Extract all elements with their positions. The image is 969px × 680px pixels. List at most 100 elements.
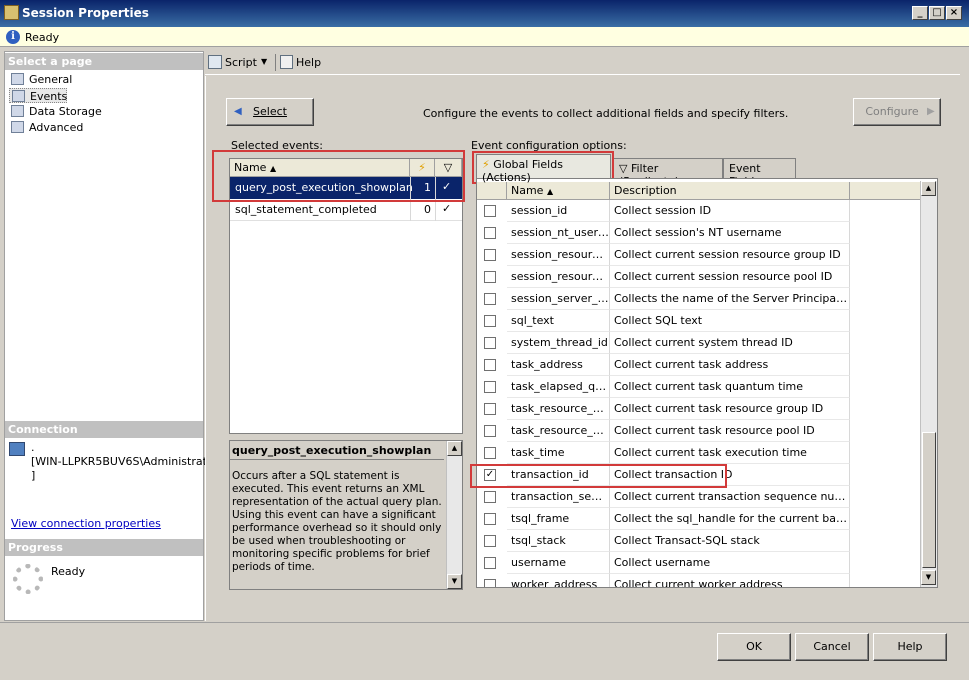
scroll-up-icon[interactable]: ▲ — [447, 441, 462, 456]
connection-line2: [WIN-LLPKR5BUV6S\Administrator — [31, 455, 219, 468]
field-name: worker_address — [507, 574, 610, 587]
scroll-up-icon[interactable]: ▲ — [921, 181, 936, 196]
field-row[interactable]: ✓ transaction_id Collect transaction ID — [477, 464, 920, 486]
field-row[interactable]: worker_address Collect current worker add… — [477, 574, 920, 587]
field-description: Collect current session resource pool ID — [610, 266, 850, 288]
tab-event-fields[interactable]: Event Fields — [723, 158, 796, 188]
field-row[interactable]: task_resource_gr... Collect current task … — [477, 398, 920, 420]
help-button[interactable]: Help — [296, 56, 321, 69]
field-checkbox[interactable] — [484, 513, 496, 525]
field-row[interactable]: session_resource... Collect current sessi… — [477, 244, 920, 266]
script-button[interactable]: Script — [225, 56, 257, 69]
field-row[interactable]: system_thread_id Collect current system t… — [477, 332, 920, 354]
tab-global-fields[interactable]: ⚡ Global Fields (Actions) — [476, 154, 611, 184]
right-arrow-icon: ▶ — [927, 106, 935, 117]
field-row[interactable]: username Collect username — [477, 552, 920, 574]
field-row[interactable]: session_resource... Collect current sessi… — [477, 266, 920, 288]
help-icon — [280, 55, 293, 69]
field-checkbox[interactable] — [484, 425, 496, 437]
progress-spinner-icon — [13, 564, 43, 594]
field-row[interactable]: task_time Collect current task execution … — [477, 442, 920, 464]
field-row[interactable]: session_server_p... Collects the name of … — [477, 288, 920, 310]
nav-data-storage[interactable]: Data Storage — [9, 104, 109, 119]
field-checkbox[interactable] — [484, 205, 496, 217]
sort-asc-icon: ▲ — [546, 187, 554, 196]
status-text: Ready — [25, 31, 60, 44]
field-description: Collects the name of the Server Principa… — [610, 288, 850, 310]
select-button[interactable]: ◀ Select — [226, 98, 314, 126]
nav-events[interactable]: Events — [9, 88, 67, 103]
field-row[interactable]: transaction_sequ... Collect current trans… — [477, 486, 920, 508]
scroll-down-icon[interactable]: ▼ — [447, 574, 462, 589]
field-checkbox[interactable] — [484, 579, 496, 587]
tab-filter[interactable]: ▽ Filter (Predicate) — [613, 158, 723, 188]
ok-button[interactable]: OK — [717, 633, 791, 661]
status-bar: i Ready — [0, 27, 969, 47]
field-checkbox[interactable]: ✓ — [484, 469, 496, 481]
configure-button[interactable]: Configure ▶ — [853, 98, 941, 126]
field-name: tsql_frame — [507, 508, 610, 530]
fields-scrollbar[interactable]: ▲ ▼ — [920, 181, 937, 587]
field-row[interactable]: session_id Collect session ID — [477, 200, 920, 222]
select-page-header: Select a page — [5, 53, 203, 70]
event-row[interactable]: query_post_execution_showplan 1 ✓ — [230, 177, 462, 199]
field-name: task_resource_p... — [507, 420, 610, 442]
view-connection-link[interactable]: View connection properties — [11, 517, 161, 530]
field-row[interactable]: task_address Collect current task address — [477, 354, 920, 376]
field-checkbox[interactable] — [484, 249, 496, 261]
description-scrollbar[interactable]: ▲ ▼ — [446, 441, 462, 589]
connection-header: Connection — [5, 421, 203, 438]
field-description: Collect SQL text — [610, 310, 850, 332]
field-name: session_nt_usern... — [507, 222, 610, 244]
field-row[interactable]: task_elapsed_qu... Collect current task q… — [477, 376, 920, 398]
field-name: tsql_stack — [507, 530, 610, 552]
field-name: sql_text — [507, 310, 610, 332]
field-row[interactable]: tsql_stack Collect Transact-SQL stack — [477, 530, 920, 552]
fields-name-header[interactable]: Name ▲ — [507, 182, 610, 200]
script-icon — [208, 55, 222, 69]
field-row[interactable]: tsql_frame Collect the sql_handle for the… — [477, 508, 920, 530]
field-description: Collect current transaction sequence num… — [610, 486, 850, 508]
field-description: Collect session's NT username — [610, 222, 850, 244]
page-icon — [11, 73, 24, 85]
script-dropdown-icon[interactable]: ▼ — [261, 57, 267, 66]
nav-general[interactable]: General — [9, 72, 89, 87]
toolbar: Script ▼ Help — [205, 51, 960, 75]
field-description: Collect the sql_handle for the current b… — [610, 508, 850, 530]
scroll-down-icon[interactable]: ▼ — [921, 570, 936, 585]
events-name-header[interactable]: Name ▲ — [230, 159, 410, 177]
scroll-thumb[interactable] — [922, 432, 936, 568]
toolbar-separator — [275, 54, 276, 71]
field-checkbox[interactable] — [484, 271, 496, 283]
cancel-button[interactable]: Cancel — [795, 633, 869, 661]
field-checkbox[interactable] — [484, 447, 496, 459]
filter-column-icon[interactable]: ▽ — [435, 159, 462, 177]
field-checkbox[interactable] — [484, 315, 496, 327]
field-checkbox[interactable] — [484, 557, 496, 569]
maximize-button[interactable]: □ — [929, 6, 945, 20]
minimize-button[interactable]: _ — [912, 6, 928, 20]
help-footer-button[interactable]: Help — [873, 633, 947, 661]
field-description: Collect current session resource group I… — [610, 244, 850, 266]
field-checkbox[interactable] — [484, 535, 496, 547]
field-checkbox[interactable] — [484, 337, 496, 349]
field-row[interactable]: task_resource_p... Collect current task r… — [477, 420, 920, 442]
field-checkbox[interactable] — [484, 491, 496, 503]
field-name: session_id — [507, 200, 610, 222]
field-checkbox[interactable] — [484, 403, 496, 415]
field-checkbox[interactable] — [484, 227, 496, 239]
field-row[interactable]: session_nt_usern... Collect session's NT … — [477, 222, 920, 244]
field-row[interactable]: sql_text Collect SQL text — [477, 310, 920, 332]
field-checkbox[interactable] — [484, 359, 496, 371]
field-description: Collect transaction ID — [610, 464, 850, 486]
fields-desc-header[interactable]: Description — [610, 182, 850, 200]
field-checkbox[interactable] — [484, 293, 496, 305]
nav-advanced[interactable]: Advanced — [9, 120, 99, 135]
event-row[interactable]: sql_statement_completed 0 ✓ — [230, 199, 462, 221]
actions-column-icon[interactable]: ⚡ — [410, 159, 435, 177]
field-name: session_resource... — [507, 266, 610, 288]
close-button[interactable]: × — [946, 6, 962, 20]
connection-line1: . — [31, 441, 35, 454]
field-checkbox[interactable] — [484, 381, 496, 393]
configure-instructions: Configure the events to collect addition… — [423, 107, 789, 120]
